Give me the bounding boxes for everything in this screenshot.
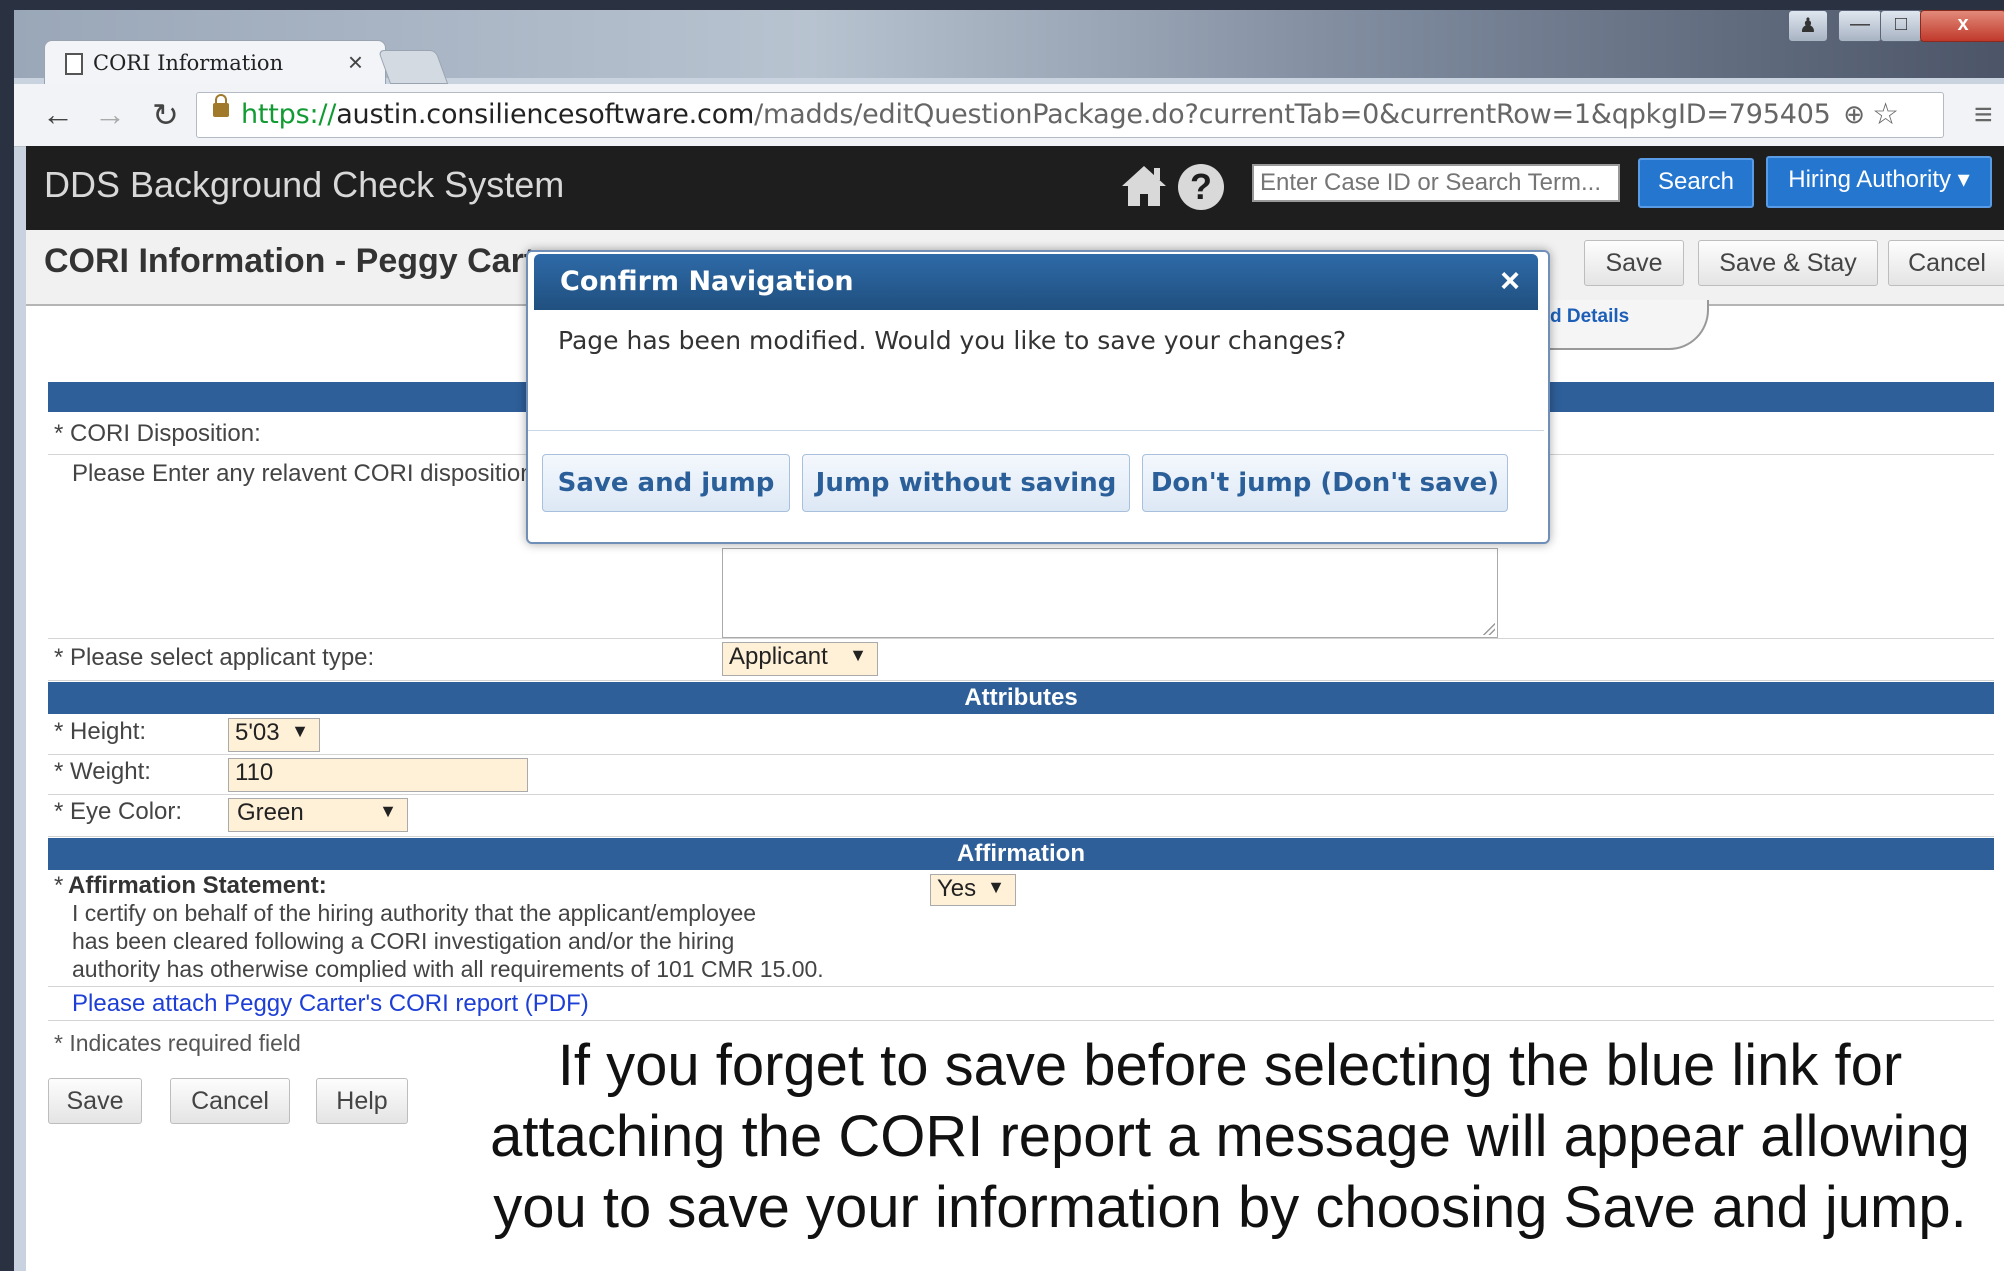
dialog-close-icon[interactable]: ×: [1500, 262, 1520, 301]
tab-close-icon[interactable]: ×: [348, 47, 363, 78]
eye-color-label: * Eye Color:: [54, 798, 183, 825]
affirmation-value: Yes: [937, 875, 977, 902]
header-save-stay-button[interactable]: Save & Stay: [1698, 240, 1878, 286]
dont-jump-button[interactable]: Don't jump (Don't save): [1142, 454, 1508, 512]
dropdown-arrow-icon: ▼: [849, 645, 867, 665]
dialog-title: Confirm Navigation: [560, 266, 854, 297]
help-icon[interactable]: ?: [1178, 164, 1224, 210]
affirmation-text-line: has been cleared following a CORI invest…: [72, 928, 735, 954]
instruction-caption: If you forget to save before selecting t…: [460, 1030, 2000, 1243]
affirmation-text-line: authority has otherwise complied with al…: [72, 956, 824, 982]
dialog-message: Page has been modified. Would you like t…: [558, 326, 1347, 355]
browser-menu-icon[interactable]: ≡: [1974, 96, 2004, 133]
confirm-navigation-dialog: Confirm Navigation × Page has been modif…: [526, 250, 1550, 544]
affirmation-row: * Affirmation Statement: I certify on be…: [48, 872, 1994, 987]
header-cancel-button[interactable]: Cancel: [1888, 240, 2004, 286]
search-input[interactable]: [1252, 164, 1620, 202]
save-and-jump-button[interactable]: Save and jump: [542, 454, 790, 512]
disposition-label: * CORI Disposition:: [54, 420, 261, 447]
disposition-help-text: Please Enter any relavent CORI dispositi…: [72, 460, 534, 487]
attach-report-link[interactable]: Please attach Peggy Carter's CORI report…: [72, 990, 589, 1018]
back-arrow-icon[interactable]: ←: [42, 96, 74, 133]
applicant-type-select[interactable]: Applicant ▼: [722, 642, 878, 676]
eye-color-value: Green: [237, 799, 304, 826]
disposition-textarea[interactable]: [722, 548, 1498, 638]
home-icon[interactable]: [1120, 162, 1168, 210]
page-icon: [65, 53, 83, 75]
hiring-authority-dropdown[interactable]: Hiring Authority ▾: [1766, 156, 1992, 208]
forward-arrow-icon[interactable]: →: [94, 96, 126, 133]
caption-line: you to save your information by choosing…: [493, 1175, 1967, 1240]
jump-without-saving-button[interactable]: Jump without saving: [802, 454, 1130, 512]
dropdown-arrow-icon: ▼: [987, 877, 1005, 897]
height-select[interactable]: 5'03 ▼: [228, 718, 320, 752]
window-close-button[interactable]: x: [1920, 10, 2004, 42]
caption-line: If you forget to save before selecting t…: [557, 1033, 1903, 1098]
cancel-button[interactable]: Cancel: [170, 1078, 290, 1124]
affirmation-select[interactable]: Yes ▼: [930, 874, 1016, 906]
app-header: DDS Background Check System ? Search Hir…: [26, 146, 2004, 230]
new-tab-button[interactable]: [377, 50, 449, 84]
affirmation-text-line: I certify on behalf of the hiring author…: [72, 900, 757, 926]
height-label: * Height:: [54, 718, 147, 745]
address-bar[interactable]: https://austin.consiliencesoftware.com/m…: [196, 92, 1944, 138]
height-row: * Height:: [48, 716, 1994, 755]
weight-label: * Weight:: [54, 758, 151, 785]
search-button[interactable]: Search: [1638, 158, 1754, 208]
applicant-type-label: * Please select applicant type:: [54, 644, 375, 671]
height-value: 5'03: [235, 719, 280, 746]
bookmark-star-icon[interactable]: ☆: [1872, 97, 1899, 132]
minimize-button[interactable]: —: [1838, 10, 1882, 42]
dropdown-arrow-icon: ▼: [291, 721, 309, 741]
reload-icon[interactable]: ↻: [152, 96, 179, 134]
dialog-header: Confirm Navigation ×: [534, 254, 1538, 310]
maximize-button[interactable]: □: [1880, 10, 1922, 42]
dropdown-arrow-icon: ▼: [379, 801, 397, 821]
user-icon[interactable]: ♟: [1788, 10, 1828, 42]
affirmation-required-mark: *: [54, 872, 64, 899]
dialog-divider: [528, 430, 1544, 431]
app-title: DDS Background Check System: [44, 164, 565, 205]
affirmation-header: Affirmation: [48, 838, 1994, 870]
header-save-button[interactable]: Save: [1584, 240, 1684, 286]
weight-input[interactable]: 110: [228, 758, 528, 792]
tab-title: CORI Information: [93, 51, 284, 75]
required-field-note: * Indicates required field: [54, 1030, 301, 1056]
applicant-type-value: Applicant: [729, 643, 828, 670]
eye-color-select[interactable]: Green ▼: [228, 798, 408, 832]
details-link[interactable]: d Details: [1550, 306, 1629, 328]
browser-tab[interactable]: CORI Information ×: [44, 40, 386, 85]
caption-line: attaching the CORI report a message will…: [490, 1104, 1970, 1169]
save-button[interactable]: Save: [48, 1078, 142, 1124]
help-button[interactable]: Help: [316, 1078, 408, 1124]
applicant-type-row: * Please select applicant type:: [48, 640, 1994, 681]
page-title: CORI Information - Peggy Carter: [44, 242, 544, 280]
affirmation-label: Affirmation Statement:: [68, 872, 327, 899]
lock-icon: [213, 94, 229, 117]
attach-row: Please attach Peggy Carter's CORI report…: [48, 988, 1994, 1021]
weight-value: 110: [235, 759, 274, 786]
browser-toolbar: ← → ↻ https://austin.consiliencesoftware…: [14, 84, 2004, 147]
resize-grip-icon[interactable]: [1483, 623, 1495, 635]
zoom-icon[interactable]: ⊕: [1843, 99, 1865, 130]
url-text: https://austin.consiliencesoftware.com/m…: [241, 99, 1831, 130]
attributes-header: Attributes: [48, 682, 1994, 714]
